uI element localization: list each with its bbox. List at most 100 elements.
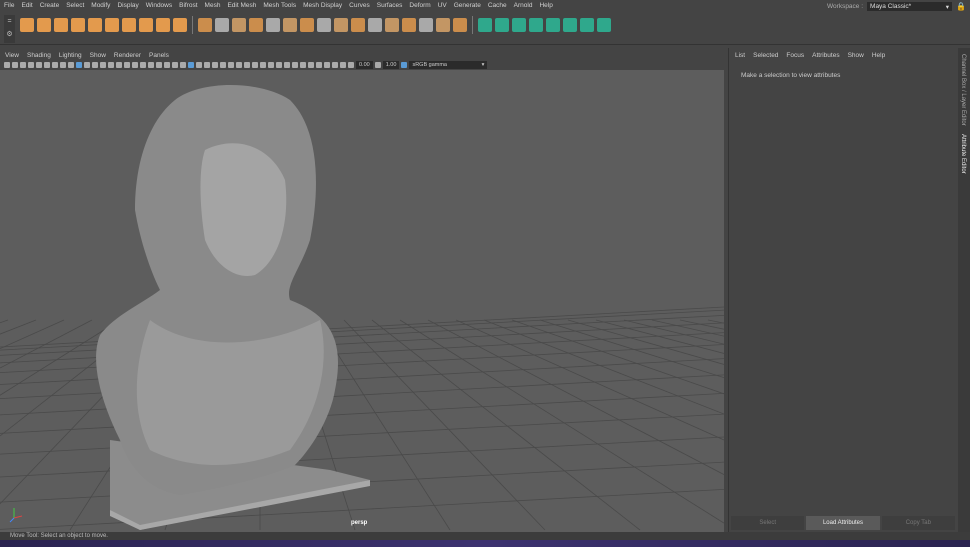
smooth-icon[interactable] <box>249 18 263 32</box>
shelf-tabs-menu[interactable]: =⚙ <box>4 15 15 43</box>
cylinder-icon[interactable] <box>54 18 68 32</box>
sphere-icon[interactable] <box>37 18 51 32</box>
viewport-3d[interactable]: persp <box>0 70 724 532</box>
viewport-tool-icon[interactable] <box>324 62 330 68</box>
pyramid-icon[interactable] <box>122 18 136 32</box>
viewport-tool-icon[interactable] <box>276 62 282 68</box>
menu-modify[interactable]: Modify <box>91 2 110 9</box>
viewport-tool-icon[interactable] <box>180 62 186 68</box>
menu-cache[interactable]: Cache <box>488 2 507 9</box>
bevel-icon[interactable] <box>283 18 297 32</box>
planar-uv-icon[interactable] <box>478 18 492 32</box>
menu-mesh-tools[interactable]: Mesh Tools <box>263 2 296 9</box>
viewport-tool-icon[interactable] <box>292 62 298 68</box>
fill-hole-icon[interactable] <box>385 18 399 32</box>
viewport-menu-show[interactable]: Show <box>90 52 106 59</box>
panel-menu-help[interactable]: Help <box>872 52 885 59</box>
svg-icon[interactable] <box>173 18 187 32</box>
viewport-tool-icon[interactable] <box>44 62 50 68</box>
gamma-field[interactable]: 1.00 <box>383 61 400 69</box>
viewport-tool-icon[interactable] <box>196 62 202 68</box>
mirror-icon[interactable] <box>402 18 416 32</box>
load-attributes-button[interactable]: Load Attributes <box>806 516 879 530</box>
viewport-tool-icon[interactable] <box>60 62 66 68</box>
tab-attribute-editor[interactable]: Attribute Editor <box>960 134 966 174</box>
viewport-tool-icon[interactable] <box>340 62 346 68</box>
viewport-tool-icon[interactable] <box>308 62 314 68</box>
viewport-tool-icon[interactable] <box>132 62 138 68</box>
menu-arnold[interactable]: Arnold <box>514 2 533 9</box>
menu-surfaces[interactable]: Surfaces <box>377 2 403 9</box>
viewport-tool-icon[interactable] <box>228 62 234 68</box>
unfold-icon[interactable] <box>546 18 560 32</box>
menu-windows[interactable]: Windows <box>146 2 172 9</box>
viewport-tool-icon[interactable] <box>68 62 74 68</box>
viewport-tool-icon[interactable] <box>36 62 42 68</box>
menu-display[interactable]: Display <box>117 2 138 9</box>
viewport-tool-icon[interactable] <box>84 62 90 68</box>
viewport-tool-icon[interactable] <box>100 62 106 68</box>
menu-edit[interactable]: Edit <box>21 2 32 9</box>
viewport-tool-icon[interactable] <box>76 62 82 68</box>
viewport-tool-icon[interactable] <box>148 62 154 68</box>
viewport-tool-icon[interactable] <box>156 62 162 68</box>
sew-uv-icon[interactable] <box>597 18 611 32</box>
auto-uv-icon[interactable] <box>529 18 543 32</box>
text-icon[interactable] <box>156 18 170 32</box>
viewport-tool-icon[interactable] <box>164 62 170 68</box>
menu-help[interactable]: Help <box>539 2 552 9</box>
menu-generate[interactable]: Generate <box>454 2 481 9</box>
menu-select[interactable]: Select <box>66 2 84 9</box>
viewport-menu-lighting[interactable]: Lighting <box>59 52 82 59</box>
bevel2-icon[interactable] <box>368 18 382 32</box>
gamma-icon[interactable] <box>375 62 381 68</box>
separate-icon[interactable] <box>215 18 229 32</box>
menu-icon[interactable]: = <box>4 15 15 28</box>
extract-icon[interactable] <box>232 18 246 32</box>
cube-icon[interactable] <box>20 18 34 32</box>
viewport-menu-renderer[interactable]: Renderer <box>114 52 141 59</box>
gear-icon[interactable]: ⚙ <box>4 28 15 41</box>
viewport-tool-icon[interactable] <box>28 62 34 68</box>
menu-deform[interactable]: Deform <box>409 2 430 9</box>
viewport-tool-icon[interactable] <box>20 62 26 68</box>
viewport-tool-icon[interactable] <box>252 62 258 68</box>
color-management-icon[interactable] <box>401 62 407 68</box>
viewport-menu-view[interactable]: View <box>5 52 19 59</box>
reduce-icon[interactable] <box>436 18 450 32</box>
cut-uv-icon[interactable] <box>580 18 594 32</box>
menu-mesh-display[interactable]: Mesh Display <box>303 2 342 9</box>
layout-icon[interactable] <box>563 18 577 32</box>
menu-uv[interactable]: UV <box>438 2 447 9</box>
menu-curves[interactable]: Curves <box>349 2 370 9</box>
viewport-menu-shading[interactable]: Shading <box>27 52 51 59</box>
viewport-tool-icon[interactable] <box>116 62 122 68</box>
panel-menu-attributes[interactable]: Attributes <box>812 52 839 59</box>
sculpt-icon[interactable] <box>419 18 433 32</box>
panel-menu-list[interactable]: List <box>735 52 745 59</box>
color-space-dropdown[interactable]: sRGB gamma▾ <box>409 61 487 69</box>
select-button[interactable]: Select <box>731 516 804 530</box>
viewport-tool-icon[interactable] <box>220 62 226 68</box>
boolean-icon[interactable] <box>266 18 280 32</box>
viewport-tool-icon[interactable] <box>204 62 210 68</box>
viewport-tool-icon[interactable] <box>212 62 218 68</box>
clean-up-icon[interactable] <box>453 18 467 32</box>
pipe-icon[interactable] <box>139 18 153 32</box>
cylindrical-uv-icon[interactable] <box>495 18 509 32</box>
torus-icon[interactable] <box>105 18 119 32</box>
exposure-field[interactable]: 0.00 <box>356 61 373 69</box>
viewport-menu-panels[interactable]: Panels <box>149 52 169 59</box>
viewport-tool-icon[interactable] <box>316 62 322 68</box>
viewport-tool-icon[interactable] <box>244 62 250 68</box>
viewport-tool-icon[interactable] <box>172 62 178 68</box>
viewport-tool-icon[interactable] <box>108 62 114 68</box>
panel-menu-focus[interactable]: Focus <box>786 52 804 59</box>
menu-edit-mesh[interactable]: Edit Mesh <box>227 2 256 9</box>
lock-icon[interactable]: 🔒 <box>956 2 966 11</box>
combine-icon[interactable] <box>198 18 212 32</box>
viewport-tool-icon[interactable] <box>260 62 266 68</box>
panel-menu-selected[interactable]: Selected <box>753 52 778 59</box>
spherical-uv-icon[interactable] <box>512 18 526 32</box>
extrude-icon[interactable] <box>317 18 331 32</box>
